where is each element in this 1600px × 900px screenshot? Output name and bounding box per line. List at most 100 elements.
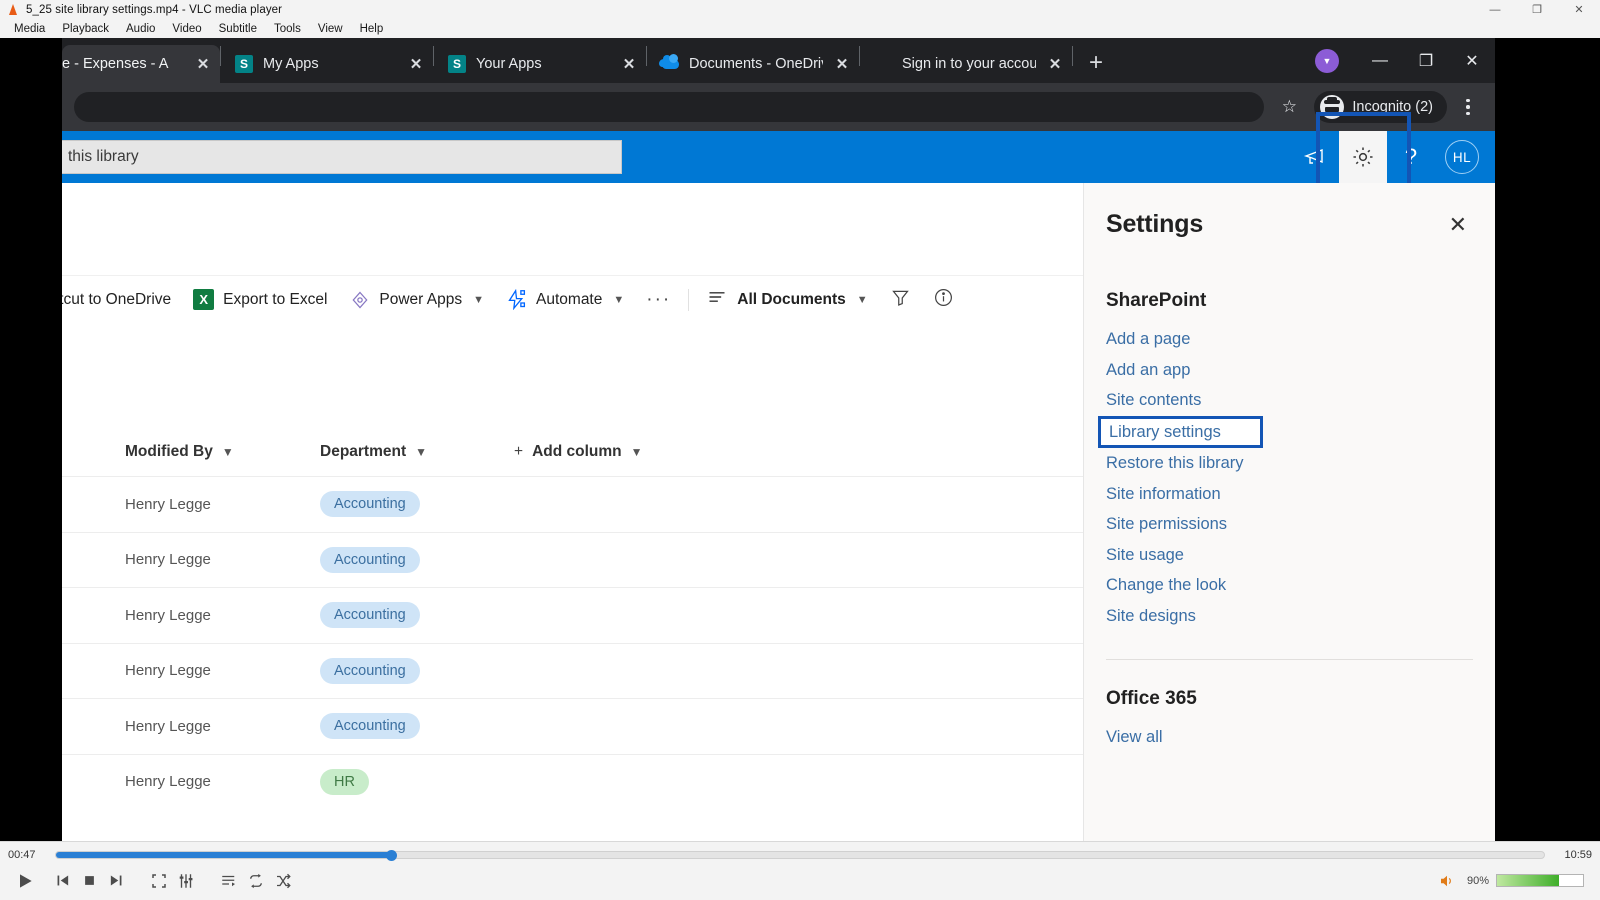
close-icon[interactable]: ✕ [192,53,214,75]
onedrive-cloud-icon [661,54,679,73]
stop-button[interactable] [76,869,102,893]
vlc-view-group [146,869,199,893]
bookmark-star-icon[interactable]: ☆ [1272,90,1306,124]
vlc-maximize-button[interactable]: ❐ [1516,0,1558,19]
command-filter[interactable] [879,280,922,320]
settings-link-restore-this-library[interactable]: Restore this library [1106,448,1473,479]
seek-slider[interactable] [55,850,1545,861]
command-label: rtcut to OneDrive [62,290,172,308]
vlc-menu-bar: Media Playback Audio Video Subtitle Tool… [0,19,1600,38]
settings-link-add-a-page[interactable]: Add a page [1106,324,1473,355]
settings-link-site-usage[interactable]: Site usage [1106,540,1473,571]
settings-gear-button[interactable] [1316,112,1411,198]
vlc-close-button[interactable]: ✕ [1558,0,1600,19]
automate-icon [506,289,527,310]
cell-modified-by: Henry Legge [125,495,211,513]
previous-button[interactable] [49,869,75,893]
recorded-browser-capture: e - Expenses - A ✕ My Apps ✕ Your Apps ✕ [62,38,1495,841]
group-title-office-365: Office 365 [1106,688,1197,709]
chrome-update-icon[interactable]: ▼ [1315,48,1339,73]
avatar[interactable]: HL [1445,140,1479,174]
menu-item-help[interactable]: Help [352,21,392,37]
command-power-apps[interactable]: Power Apps ▼ [338,280,495,320]
menu-item-audio[interactable]: Audio [118,21,163,37]
sharepoint-page-body: Private group ★ Following 1 member [62,183,1495,841]
microsoft-logo-icon [874,55,892,73]
browser-tab-strip: e - Expenses - A ✕ My Apps ✕ Your Apps ✕ [62,38,1495,83]
command-view-selector[interactable]: All Documents ▼ [695,280,878,320]
fullscreen-button[interactable] [146,869,172,893]
menu-item-media[interactable]: Media [6,21,53,37]
status-badge: Accounting [320,657,420,684]
command-label: Export to Excel [223,290,328,308]
volume-slider[interactable] [1496,874,1584,887]
command-label: All Documents [737,290,846,308]
browser-maximize-button[interactable]: ❐ [1403,38,1449,83]
vlc-video-surface[interactable]: e - Expenses - A ✕ My Apps ✕ Your Apps ✕ [0,38,1600,841]
vlc-window-controls: — ❐ ✕ [1474,0,1600,19]
column-header-modified-by[interactable]: Modified By ▼ [125,443,234,461]
settings-link-site-permissions[interactable]: Site permissions [1106,509,1473,540]
cell-department: Accounting [320,713,420,740]
command-label: Automate [536,290,603,308]
settings-panel: Settings ✕ SharePoint Add a page Add an … [1083,183,1495,841]
suite-bar-actions: ? HL [1291,112,1495,198]
browser-tab-onedrive[interactable]: Documents - OneDrive ✕ [647,45,859,83]
menu-item-view[interactable]: View [310,21,351,37]
browser-tab-your-apps[interactable]: Your Apps ✕ [434,45,646,83]
sharepoint-suite-bar: this library ? HL [62,112,1495,198]
command-info[interactable] [922,280,965,320]
menu-item-video[interactable]: Video [164,21,209,37]
settings-panel-body: SharePoint Add a page Add an app Site co… [1084,290,1495,753]
shuffle-button[interactable] [270,869,296,893]
vlc-window-title: 5_25 site library settings.mp4 - VLC med… [26,3,283,16]
browser-menu-icon[interactable] [1453,90,1483,124]
mute-speaker-button[interactable] [1434,869,1460,893]
browser-tab-my-apps[interactable]: My Apps ✕ [221,45,433,83]
chevron-down-icon: ▼ [221,445,234,459]
search-input[interactable]: this library [62,140,622,174]
cell-modified-by: Henry Legge [125,606,211,624]
menu-item-subtitle[interactable]: Subtitle [211,21,265,37]
column-label: Modified By [125,443,213,460]
command-export-to-excel[interactable]: X Export to Excel [182,280,338,320]
command-add-shortcut-onedrive[interactable]: rtcut to OneDrive [62,280,182,320]
settings-link-add-an-app[interactable]: Add an app [1106,355,1473,386]
extended-settings-button[interactable] [173,869,199,893]
browser-close-button[interactable]: ✕ [1449,38,1495,83]
settings-link-change-the-look[interactable]: Change the look [1106,570,1473,601]
menu-item-tools[interactable]: Tools [266,21,309,37]
settings-link-site-information[interactable]: Site information [1106,479,1473,510]
settings-link-view-all[interactable]: View all [1106,722,1473,753]
close-icon[interactable]: ✕ [618,53,640,75]
close-icon[interactable]: ✕ [1443,210,1473,240]
total-time: 10:59 [1564,849,1592,861]
cell-modified-by: Henry Legge [125,773,211,791]
play-button[interactable] [8,867,42,895]
address-bar[interactable] [74,92,1265,122]
command-overflow[interactable]: ··· [635,280,682,320]
settings-link-library-settings[interactable]: Library settings [1098,415,1263,448]
chevron-down-icon: ▼ [613,293,625,306]
close-icon[interactable]: ✕ [405,53,427,75]
settings-link-site-contents[interactable]: Site contents [1106,385,1473,416]
playlist-button[interactable] [216,869,242,893]
vlc-minimize-button[interactable]: — [1474,0,1516,19]
loop-button[interactable] [243,869,269,893]
browser-tab-expenses[interactable]: e - Expenses - A ✕ [62,45,220,83]
settings-link-site-designs[interactable]: Site designs [1106,601,1473,632]
column-header-department[interactable]: Department ▼ [320,443,427,461]
add-column-button[interactable]: + Add column ▼ [514,443,643,461]
cell-modified-by: Henry Legge [125,551,211,569]
browser-tab-sign-in[interactable]: Sign in to your account ✕ [860,45,1072,83]
close-icon[interactable]: ✕ [831,53,853,75]
cell-modified-by: Henry Legge [125,662,211,680]
new-tab-button[interactable]: + [1079,46,1113,80]
vlc-title-bar: 5_25 site library settings.mp4 - VLC med… [0,0,1600,19]
close-icon[interactable]: ✕ [1044,53,1066,75]
command-automate[interactable]: Automate ▼ [495,280,635,320]
seek-handle[interactable] [385,850,397,861]
browser-minimize-button[interactable]: — [1357,38,1403,83]
next-button[interactable] [103,869,129,893]
menu-item-playback[interactable]: Playback [54,21,117,37]
